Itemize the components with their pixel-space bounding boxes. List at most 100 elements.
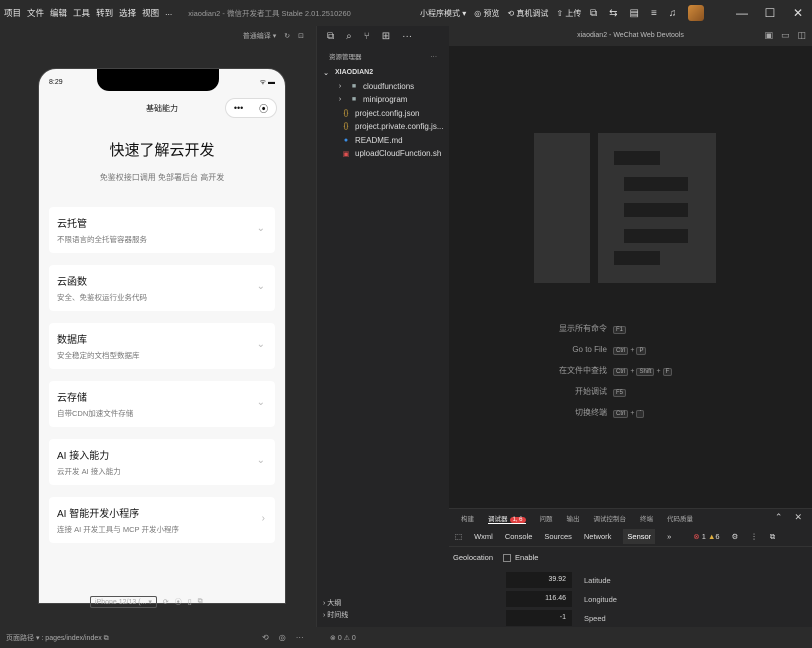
command-hint: 切换终端 Ctrl + ` (449, 402, 804, 423)
devtools-subtab[interactable]: Network (584, 532, 612, 541)
menu-item[interactable]: 转到 (96, 7, 113, 19)
explorer-bottom: › 大纲 › 时间线 (323, 598, 348, 622)
enable-checkbox[interactable]: Enable (503, 553, 538, 563)
explorer-more-icon[interactable]: ··· (431, 53, 438, 60)
menu-item[interactable]: 选择 (119, 7, 136, 19)
compile-mode-select[interactable]: 普通编译 ▾ (243, 31, 276, 41)
panel-tab[interactable]: 终端 (640, 513, 653, 523)
panel-tab[interactable]: 问题 (540, 513, 553, 523)
key-cap: Ctrl (613, 409, 629, 418)
upload-button[interactable]: ⇧ 上传 (556, 8, 581, 19)
menu-item[interactable]: 工具 (73, 7, 90, 19)
tree-file[interactable]: ▣ uploadCloudFunction.sh (317, 147, 449, 161)
problems-count[interactable]: ⊗ 0 ⚠ 0 (330, 634, 356, 642)
feature-card[interactable]: AI 智能开发小程序 连接 AI 开发工具与 MCP 开发小程序 › (49, 497, 275, 543)
feature-card[interactable]: 数据库 安全稳定的文档型数据库 ⌄ (49, 323, 275, 369)
mode-select[interactable]: 小程序模式 ▾ (420, 8, 466, 19)
devtools-subtab[interactable]: Console (505, 532, 533, 541)
menu-item[interactable]: ... (165, 7, 172, 19)
panel-tab[interactable]: 输出 (567, 513, 580, 523)
bell-icon[interactable]: ♫ (669, 8, 677, 19)
real-debug-button[interactable]: ⟲ 真机调试 (507, 8, 548, 19)
hero-title: 快速了解云开发 (109, 142, 215, 159)
device-select[interactable]: iPhone 12/13 (... ▾ (90, 596, 157, 608)
panel-tab[interactable]: 构建 (461, 513, 474, 523)
error-warning-count[interactable]: ⊗ 1 ▲6 (693, 532, 719, 541)
record-icon[interactable]: ⦿ (259, 102, 268, 115)
more-icon[interactable]: ··· (296, 633, 304, 642)
tree-folder[interactable]: › ■ miniprogram (317, 93, 449, 107)
refresh-icon[interactable]: ↻ (284, 32, 290, 40)
window-title: xiaodian2 - 微信开发者工具 Stable 2.01.2510260 (188, 8, 351, 18)
geo-value-input[interactable]: 116.46 (506, 591, 572, 607)
tree-file[interactable]: {} project.config.json (317, 107, 449, 121)
simulator-pane: 普通编译 ▾ ↻ ⊡ 8:29 ᯤ ▬ 基础能力 ••• ⦿ 快速了解云开发 免… (0, 26, 316, 638)
inspect-icon[interactable]: ⬚ (455, 532, 462, 541)
menu-item[interactable]: 项目 (4, 7, 21, 19)
layout-right-icon[interactable]: ◫ (797, 30, 806, 41)
rotate-icon[interactable]: ⟳ (163, 598, 169, 606)
debug-icon[interactable]: ⟲ (262, 633, 269, 642)
layout-left-icon[interactable]: ▣ (764, 30, 773, 41)
tree-folder[interactable]: › ■ cloudfunctions (317, 80, 449, 94)
phone-notch (97, 69, 219, 91)
capsule-button[interactable]: ••• ⦿ (225, 98, 277, 118)
geo-value-input[interactable]: -1 (506, 610, 572, 626)
more-icon[interactable]: ••• (234, 103, 243, 113)
layout-bottom-icon[interactable]: ▭ (781, 30, 790, 41)
lock-icon[interactable]: ⊡ (298, 32, 304, 40)
editor-logo-icon (534, 133, 716, 283)
card-description: 不限语言的全托管容器服务 (57, 235, 147, 244)
close-icon[interactable]: ✕ (784, 6, 812, 20)
feature-card[interactable]: AI 接入能力 云开发 AI 接入能力 ⌄ (49, 439, 275, 485)
files-icon[interactable]: ⧉ (327, 31, 334, 42)
devtools-subtab[interactable]: Wxml (474, 532, 493, 541)
tree-file[interactable]: {} project.private.config.js... (317, 120, 449, 134)
preview-button[interactable]: ◎ 预览 (474, 8, 499, 19)
layout-icon[interactable]: ▤ (630, 8, 639, 19)
record-button-icon[interactable]: ⦿ (175, 597, 182, 607)
panel-tab[interactable]: 调试器 1, 6 (488, 513, 526, 524)
search-icon[interactable]: ⌕ (346, 31, 352, 42)
extensions-icon[interactable]: ⊞ (382, 31, 390, 42)
feature-card[interactable]: 云托管 不限语言的全托管容器服务 ⌄ (49, 207, 275, 253)
devtools-subtab[interactable]: Sensor (623, 529, 656, 544)
close-panel-icon[interactable]: ✕ (794, 512, 802, 523)
geo-value-input[interactable]: 39.92 (506, 572, 572, 588)
window-icon[interactable]: ⧉ (198, 598, 203, 606)
panel-tab[interactable]: 调试控制台 (594, 513, 627, 523)
panel-tab[interactable]: 代码质量 (667, 513, 693, 523)
tree-file[interactable]: ● README.md (317, 134, 449, 148)
avatar[interactable] (688, 5, 705, 21)
settings-icon[interactable]: ⚙ (732, 532, 739, 541)
version-icon[interactable]: ⧉ (590, 8, 597, 19)
feature-card[interactable]: 云存储 自带CDN加速文件存储 ⌄ (49, 381, 275, 427)
maximize-icon[interactable]: ☐ (756, 6, 784, 20)
menu-item[interactable]: 视图 (142, 7, 159, 19)
chevron-up-icon[interactable]: ⌃ (775, 512, 783, 523)
more-icon[interactable]: ··· (402, 31, 412, 42)
chevron-right-icon: › (261, 513, 265, 524)
git-icon[interactable]: ⑂ (364, 31, 370, 42)
feature-card[interactable]: 云函数 安全、免鉴权运行业务代码 ⌄ (49, 265, 275, 311)
timeline-section[interactable]: › 时间线 (323, 610, 348, 622)
menu-item[interactable]: 文件 (27, 7, 44, 19)
more-tabs-icon[interactable]: » (667, 532, 671, 541)
kebab-icon[interactable]: ⋮ (750, 532, 758, 541)
devtools-subtab[interactable]: Sources (544, 532, 572, 541)
folder-icon: ■ (351, 96, 357, 104)
json-file-icon: {} (343, 123, 349, 131)
page-path[interactable]: 页面路径 ▾ : pages/index/index ⧉ (0, 633, 109, 643)
dock-icon[interactable]: ⧉ (770, 532, 775, 542)
menu-icon[interactable]: ≡ (651, 8, 657, 19)
phone-screen: 8:29 ᯤ ▬ 基础能力 ••• ⦿ 快速了解云开发 免鉴权接口调用 免部署后… (38, 68, 286, 604)
tree-root[interactable]: ⌄ XIAODIAN2 (317, 66, 449, 80)
outline-section[interactable]: › 大纲 (323, 598, 348, 610)
sync-icon[interactable]: ⇆ (609, 8, 617, 19)
phone-icon[interactable]: ▯ (188, 598, 192, 606)
menu-item[interactable]: 编辑 (50, 7, 67, 19)
explorer-header: 资源管理器 ··· (317, 46, 449, 66)
card-title: AI 智能开发小程序 (57, 509, 140, 520)
eye-icon[interactable]: ◎ (279, 633, 286, 642)
minimize-icon[interactable]: — (728, 6, 756, 20)
